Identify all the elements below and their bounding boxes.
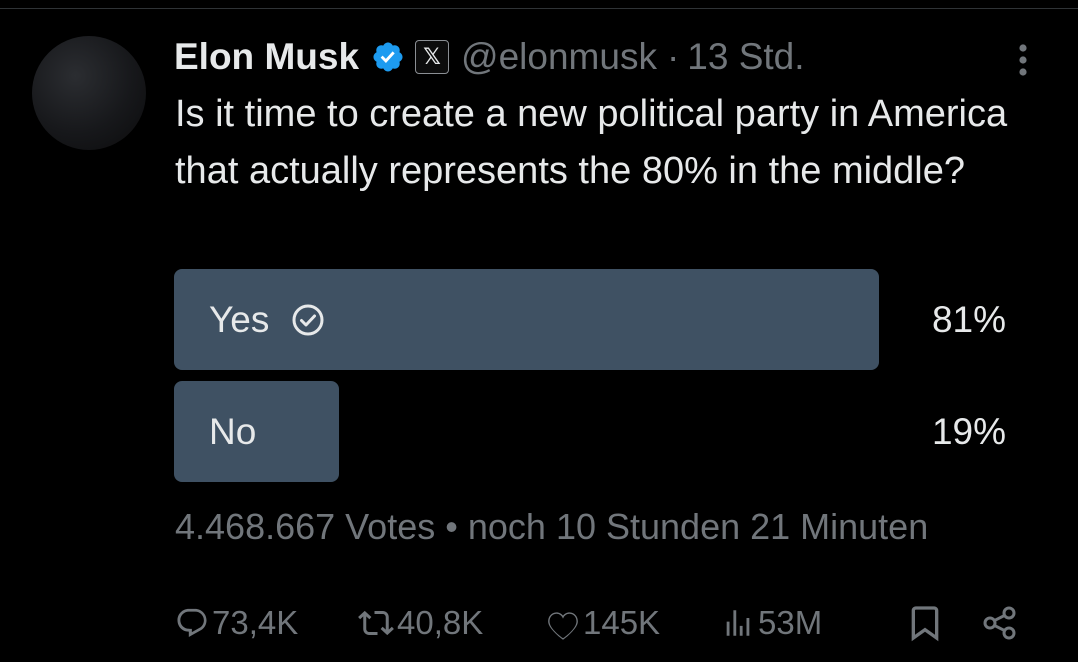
like-button[interactable]: 145K: [546, 598, 660, 648]
poll-bullet: •: [445, 506, 458, 547]
poll-option-label: No: [209, 410, 257, 452]
dot-separator: ·: [666, 36, 680, 77]
poll-votes: 4.468.667 Votes: [175, 506, 436, 547]
poll-bar-no: [174, 381, 339, 482]
top-divider: [0, 8, 1078, 9]
poll-time-left: noch 10 Stunden 21 Minuten: [467, 506, 929, 547]
reply-button[interactable]: 73,4K: [175, 598, 298, 648]
action-bar: 73,4K 40,8K 145K 53M: [175, 598, 1035, 648]
poll-percent: 19%: [931, 410, 1006, 452]
repost-icon: [358, 610, 394, 636]
views-count: 53M: [758, 604, 823, 641]
affiliate-badge[interactable]: 𝕏: [415, 40, 450, 74]
repost-button[interactable]: 40,8K: [358, 598, 483, 648]
tweet-text: Is it time to create a new political par…: [175, 93, 1008, 192]
author-display-name[interactable]: Elon Musk: [174, 36, 359, 78]
author-handle[interactable]: @elonmusk: [461, 36, 657, 78]
share-button[interactable]: [981, 598, 1019, 648]
verified-badge-icon[interactable]: [371, 40, 405, 74]
bookmark-icon: [911, 606, 939, 642]
check-circle-icon: [291, 303, 325, 337]
bookmark-button[interactable]: [905, 598, 945, 648]
views-button[interactable]: 53M: [721, 598, 822, 648]
poll-option-yes: Yes 81%: [174, 269, 1006, 370]
tweet-timestamp[interactable]: 13 Std.: [687, 36, 804, 78]
reply-icon: [177, 608, 207, 637]
repost-count: 40,8K: [397, 604, 484, 641]
reply-count: 73,4K: [212, 604, 299, 641]
poll-option-label: Yes: [209, 298, 270, 340]
more-vertical-icon[interactable]: [1008, 40, 1038, 80]
avatar[interactable]: [32, 36, 146, 150]
like-count: 145K: [583, 604, 661, 641]
tweet-header: Elon Musk 𝕏 @elonmusk · 13 Std.: [174, 34, 805, 80]
heart-icon: [548, 612, 578, 640]
share-icon: [983, 606, 1016, 640]
views-icon: [726, 610, 750, 636]
poll-percent: 81%: [931, 298, 1006, 340]
poll-meta: 4.468.667 Votes • noch 10 Stunden 21 Min…: [175, 506, 928, 548]
poll-option-no: No 19%: [174, 381, 1006, 482]
